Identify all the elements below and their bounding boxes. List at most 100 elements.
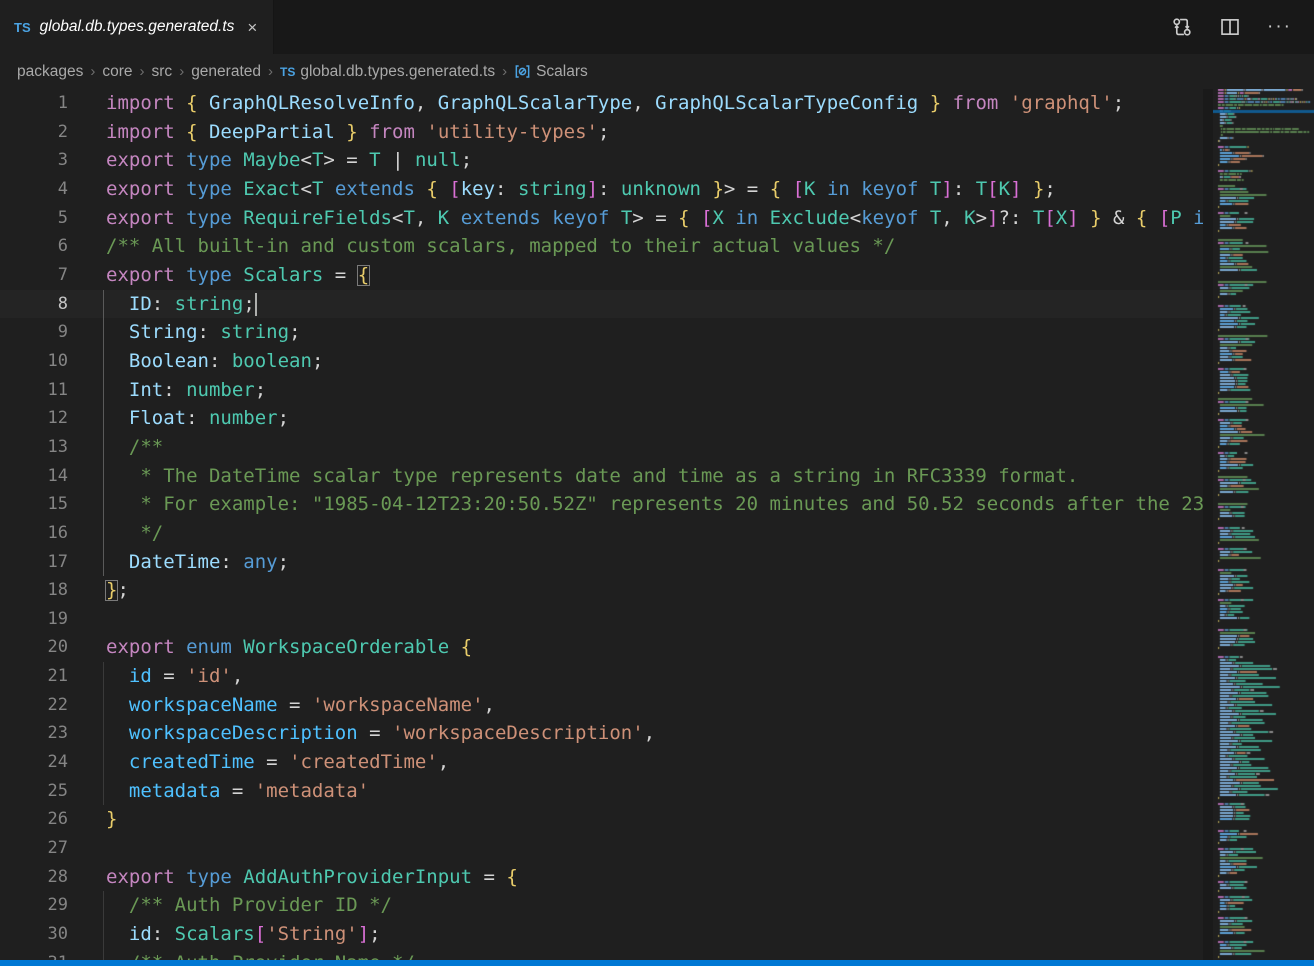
code-token: =	[255, 751, 289, 773]
code-line-27[interactable]: 27	[0, 834, 1205, 863]
code-token: Exclude	[758, 207, 850, 229]
code-token: :	[220, 551, 231, 573]
breadcrumb-item-generated[interactable]: generated	[191, 63, 261, 81]
close-icon[interactable]: ×	[243, 17, 261, 38]
code-token: ;	[117, 579, 128, 601]
code-line-5[interactable]: 5export type RequireFields<T, K extends …	[0, 204, 1205, 233]
code-token: enum	[175, 636, 232, 658]
code-token: ID	[129, 293, 152, 315]
code-token: 'workspaceName'	[312, 694, 484, 716]
code-line-25[interactable]: 25 metadata = 'metadata'	[0, 777, 1205, 806]
breadcrumb-separator: ›	[502, 63, 507, 80]
line-number: 18	[0, 576, 68, 605]
code-text: export type Maybe<T> = T | null;	[106, 149, 472, 171]
code-token: in	[724, 207, 758, 229]
split-editor-icon[interactable]	[1219, 16, 1241, 38]
code-line-31[interactable]: 31 /** Auth Provider Name */	[0, 949, 1205, 960]
code-line-2[interactable]: 2import { DeepPartial } from 'utility-ty…	[0, 118, 1205, 147]
code-token: T	[918, 178, 941, 200]
code-line-20[interactable]: 20export enum WorkspaceOrderable {	[0, 633, 1205, 662]
breadcrumb-separator: ›	[268, 63, 273, 80]
code-text: export type AddAuthProviderInput = {	[106, 866, 518, 888]
code-line-6[interactable]: 6/** All built-in and custom scalars, ma…	[0, 232, 1205, 261]
code-line-21[interactable]: 21 id = 'id',	[0, 662, 1205, 691]
code-token	[701, 178, 712, 200]
code-line-3[interactable]: 3export type Maybe<T> = T | null;	[0, 146, 1205, 175]
minimap[interactable]	[1213, 89, 1314, 960]
line-number: 11	[0, 376, 68, 405]
code-token	[106, 293, 129, 315]
breadcrumb-item-global-db-types-generated-ts[interactable]: TSglobal.db.types.generated.ts	[280, 63, 495, 81]
breadcrumb-item-scalars[interactable]: Scalars	[514, 63, 588, 81]
code-token: ]	[358, 923, 369, 945]
code-line-11[interactable]: 11 Int: number;	[0, 376, 1205, 405]
code-token: ]	[587, 178, 598, 200]
code-line-9[interactable]: 9 String: string;	[0, 318, 1205, 347]
code-line-18[interactable]: 18};	[0, 576, 1205, 605]
code-line-4[interactable]: 4export type Exact<T extends { [key: str…	[0, 175, 1205, 204]
code-token	[106, 379, 129, 401]
typescript-file-icon: TS	[14, 20, 31, 35]
breadcrumb-label: global.db.types.generated.ts	[300, 63, 495, 81]
compare-changes-icon[interactable]	[1171, 16, 1193, 38]
editor-actions: ···	[1171, 0, 1314, 54]
code-token	[335, 121, 346, 143]
code-line-13[interactable]: 13 /**	[0, 433, 1205, 462]
code-token	[690, 207, 701, 229]
code-line-16[interactable]: 16 */	[0, 519, 1205, 548]
breadcrumb-item-src[interactable]: src	[152, 63, 173, 81]
code-token: extends	[323, 178, 415, 200]
bracket-match-highlight	[105, 580, 118, 601]
code-token: >	[976, 207, 987, 229]
code-token: export	[106, 866, 175, 888]
code-token: WorkspaceOrderable	[232, 636, 449, 658]
code-line-8[interactable]: 8 ID: string;	[0, 290, 1205, 319]
code-token: T	[964, 178, 987, 200]
code-line-15[interactable]: 15 * For example: "1985-04-12T23:20:50.5…	[0, 490, 1205, 519]
code-token	[175, 92, 186, 114]
code-token	[106, 321, 129, 343]
code-line-28[interactable]: 28 export type AddAuthProviderInput = {	[0, 863, 1205, 892]
line-number: 28	[0, 863, 68, 892]
code-token: ]	[1067, 207, 1078, 229]
scrollbar-gutter[interactable]	[1203, 89, 1213, 960]
line-number: 9	[0, 318, 68, 347]
code-line-22[interactable]: 22 workspaceName = 'workspaceName',	[0, 691, 1205, 720]
code-line-23[interactable]: 23 workspaceDescription = 'workspaceDesc…	[0, 719, 1205, 748]
code-line-26[interactable]: 26}	[0, 805, 1205, 834]
status-bar	[0, 960, 1314, 966]
code-line-10[interactable]: 10 Boolean: boolean;	[0, 347, 1205, 376]
code-line-1[interactable]: 1import { GraphQLResolveInfo, GraphQLSca…	[0, 89, 1205, 118]
code-line-12[interactable]: 12 Float: number;	[0, 404, 1205, 433]
line-number: 23	[0, 719, 68, 748]
code-text: * For example: "1985-04-12T23:20:50.52Z"…	[106, 493, 1204, 515]
code-line-17[interactable]: 17 DateTime: any;	[0, 548, 1205, 577]
code-line-19[interactable]: 19	[0, 605, 1205, 634]
tab-global-db-types-generated-ts[interactable]: TS global.db.types.generated.ts ×	[0, 0, 274, 54]
code-text: * The DateTime scalar type represents da…	[106, 465, 1078, 487]
code-token: type	[175, 866, 232, 888]
code-token: ,	[941, 207, 952, 229]
code-line-24[interactable]: 24 createdTime = 'createdTime',	[0, 748, 1205, 777]
code-token: {	[186, 121, 197, 143]
code-editor[interactable]: 1import { GraphQLResolveInfo, GraphQLSca…	[0, 89, 1205, 960]
breadcrumb-item-packages[interactable]: packages	[17, 63, 83, 81]
code-token	[106, 665, 129, 687]
code-token: */	[106, 522, 163, 544]
code-token: ;	[1113, 92, 1124, 114]
tab-bar: TS global.db.types.generated.ts ×	[0, 0, 1314, 54]
code-token: Scalars	[232, 264, 324, 286]
code-line-29[interactable]: 29 /** Auth Provider ID */	[0, 891, 1205, 920]
ellipsis-icon[interactable]: ···	[1267, 16, 1292, 38]
line-number: 8	[0, 290, 68, 319]
code-line-14[interactable]: 14 * The DateTime scalar type represents…	[0, 462, 1205, 491]
code-token: 'id'	[186, 665, 232, 687]
code-token: keyof	[541, 207, 610, 229]
code-token: =	[644, 207, 678, 229]
breadcrumb-item-core[interactable]: core	[102, 63, 132, 81]
code-token	[415, 178, 426, 200]
code-line-30[interactable]: 30 id: Scalars['String'];	[0, 920, 1205, 949]
code-token: |	[381, 149, 415, 171]
code-token: [	[701, 207, 712, 229]
code-line-7[interactable]: 7export type Scalars = {	[0, 261, 1205, 290]
